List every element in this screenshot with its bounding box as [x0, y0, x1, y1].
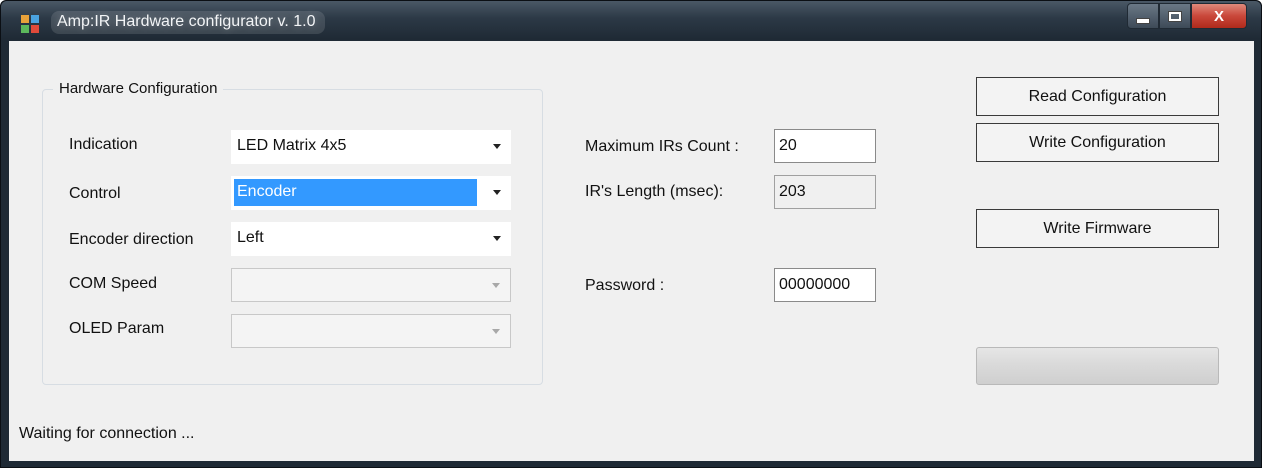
max-irs-label: Maximum IRs Count :: [585, 138, 739, 155]
maximize-icon: [1168, 10, 1182, 22]
app-window: Amp:IR Hardware configurator v. 1.0 X Ha…: [0, 0, 1262, 468]
read-configuration-button[interactable]: Read Configuration: [976, 77, 1219, 116]
com-speed-label: COM Speed: [69, 275, 158, 292]
control-dropdown[interactable]: Encoder: [231, 176, 511, 210]
caption-buttons: X: [1127, 3, 1247, 29]
title-bar[interactable]: Amp:IR Hardware configurator v. 1.0 X: [1, 1, 1261, 39]
ir-length-field[interactable]: [774, 175, 876, 209]
close-icon: X: [1213, 7, 1224, 25]
ir-length-label: IR's Length (msec):: [585, 183, 724, 200]
chevron-down-icon: [493, 236, 501, 241]
password-input[interactable]: [774, 268, 876, 302]
oled-param-dropdown[interactable]: [231, 314, 511, 348]
selection-highlight: Encoder: [234, 179, 477, 206]
indication-label: Indication: [69, 136, 138, 153]
chevron-down-icon: [493, 144, 501, 149]
maximize-button[interactable]: [1159, 3, 1191, 29]
encoder-direction-label: Encoder direction: [69, 231, 194, 248]
control-value: Encoder: [237, 183, 297, 200]
chevron-down-icon: [492, 283, 500, 288]
max-irs-input[interactable]: [774, 129, 876, 163]
chevron-down-icon: [492, 329, 500, 334]
app-icon: [21, 15, 39, 33]
indication-value: LED Matrix 4x5: [237, 137, 347, 154]
indication-dropdown[interactable]: LED Matrix 4x5: [231, 130, 511, 164]
client-area: Hardware Configuration Indication LED Ma…: [9, 41, 1254, 461]
control-label: Control: [69, 185, 121, 202]
group-title: Hardware Configuration: [53, 80, 224, 97]
minimize-icon: [1136, 18, 1150, 24]
minimize-button[interactable]: [1127, 3, 1159, 29]
close-button[interactable]: X: [1191, 3, 1247, 29]
status-text: Waiting for connection ...: [19, 425, 195, 442]
progress-bar: [976, 347, 1219, 385]
chevron-down-icon: [493, 190, 501, 195]
write-configuration-button[interactable]: Write Configuration: [976, 123, 1219, 162]
password-label: Password :: [585, 277, 665, 294]
encoder-direction-value: Left: [237, 229, 264, 246]
com-speed-dropdown[interactable]: [231, 268, 511, 302]
oled-param-label: OLED Param: [69, 320, 165, 337]
write-firmware-button[interactable]: Write Firmware: [976, 209, 1219, 248]
window-title: Amp:IR Hardware configurator v. 1.0: [51, 11, 326, 34]
encoder-direction-dropdown[interactable]: Left: [231, 222, 511, 256]
